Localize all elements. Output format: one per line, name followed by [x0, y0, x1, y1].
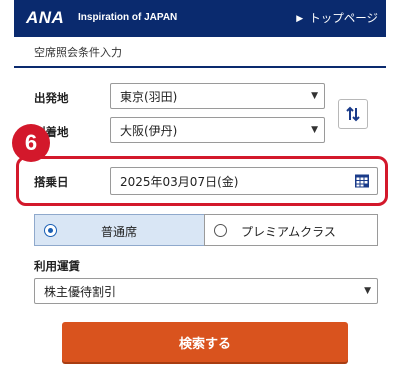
chevron-down-icon: ▼	[311, 125, 318, 135]
radio-unselected-icon	[214, 224, 227, 237]
site-header: ANA Inspiration of JAPAN ▶ トップページ	[14, 0, 386, 37]
cabin-option-premium-label: プレミアムクラス	[241, 225, 336, 239]
departure-select[interactable]: 東京(羽田) ▼	[110, 83, 325, 109]
swap-airports-button[interactable]	[338, 99, 368, 129]
chevron-down-icon: ▼	[311, 91, 318, 101]
date-label: 搭乗日	[34, 175, 69, 189]
swap-vertical-icon	[346, 106, 360, 122]
divider	[14, 66, 386, 68]
departure-label: 出発地	[34, 91, 69, 105]
date-input[interactable]: 2025年03月07日(金)	[110, 167, 378, 195]
arrival-value: 大阪(伊丹)	[120, 123, 178, 138]
cabin-option-standard-label: 普通席	[101, 225, 138, 239]
top-page-link-label: トップページ	[309, 11, 378, 25]
calendar-icon[interactable]	[355, 174, 369, 188]
departure-value: 東京(羽田)	[120, 89, 178, 104]
top-page-link[interactable]: ▶ トップページ	[296, 10, 378, 26]
arrival-select[interactable]: 大阪(伊丹) ▼	[110, 117, 325, 143]
radio-selected-icon	[44, 224, 57, 237]
page-subtitle: 空席照会条件入力	[34, 46, 122, 59]
cabin-option-standard[interactable]: 普通席	[34, 214, 205, 246]
cabin-option-premium[interactable]: プレミアムクラス	[204, 214, 378, 246]
fare-value: 株主優待割引	[44, 284, 117, 299]
search-button[interactable]: 検索する	[62, 322, 348, 362]
fare-select[interactable]: 株主優待割引 ▼	[34, 278, 378, 304]
chevron-right-icon: ▶	[296, 14, 304, 24]
header-tagline: Inspiration of JAPAN	[78, 12, 178, 23]
step-badge: 6	[12, 124, 50, 162]
date-value: 2025年03月07日(金)	[120, 174, 239, 189]
ana-logo[interactable]: ANA	[26, 8, 64, 28]
chevron-down-icon: ▼	[364, 286, 371, 296]
fare-label: 利用運賃	[34, 259, 80, 273]
